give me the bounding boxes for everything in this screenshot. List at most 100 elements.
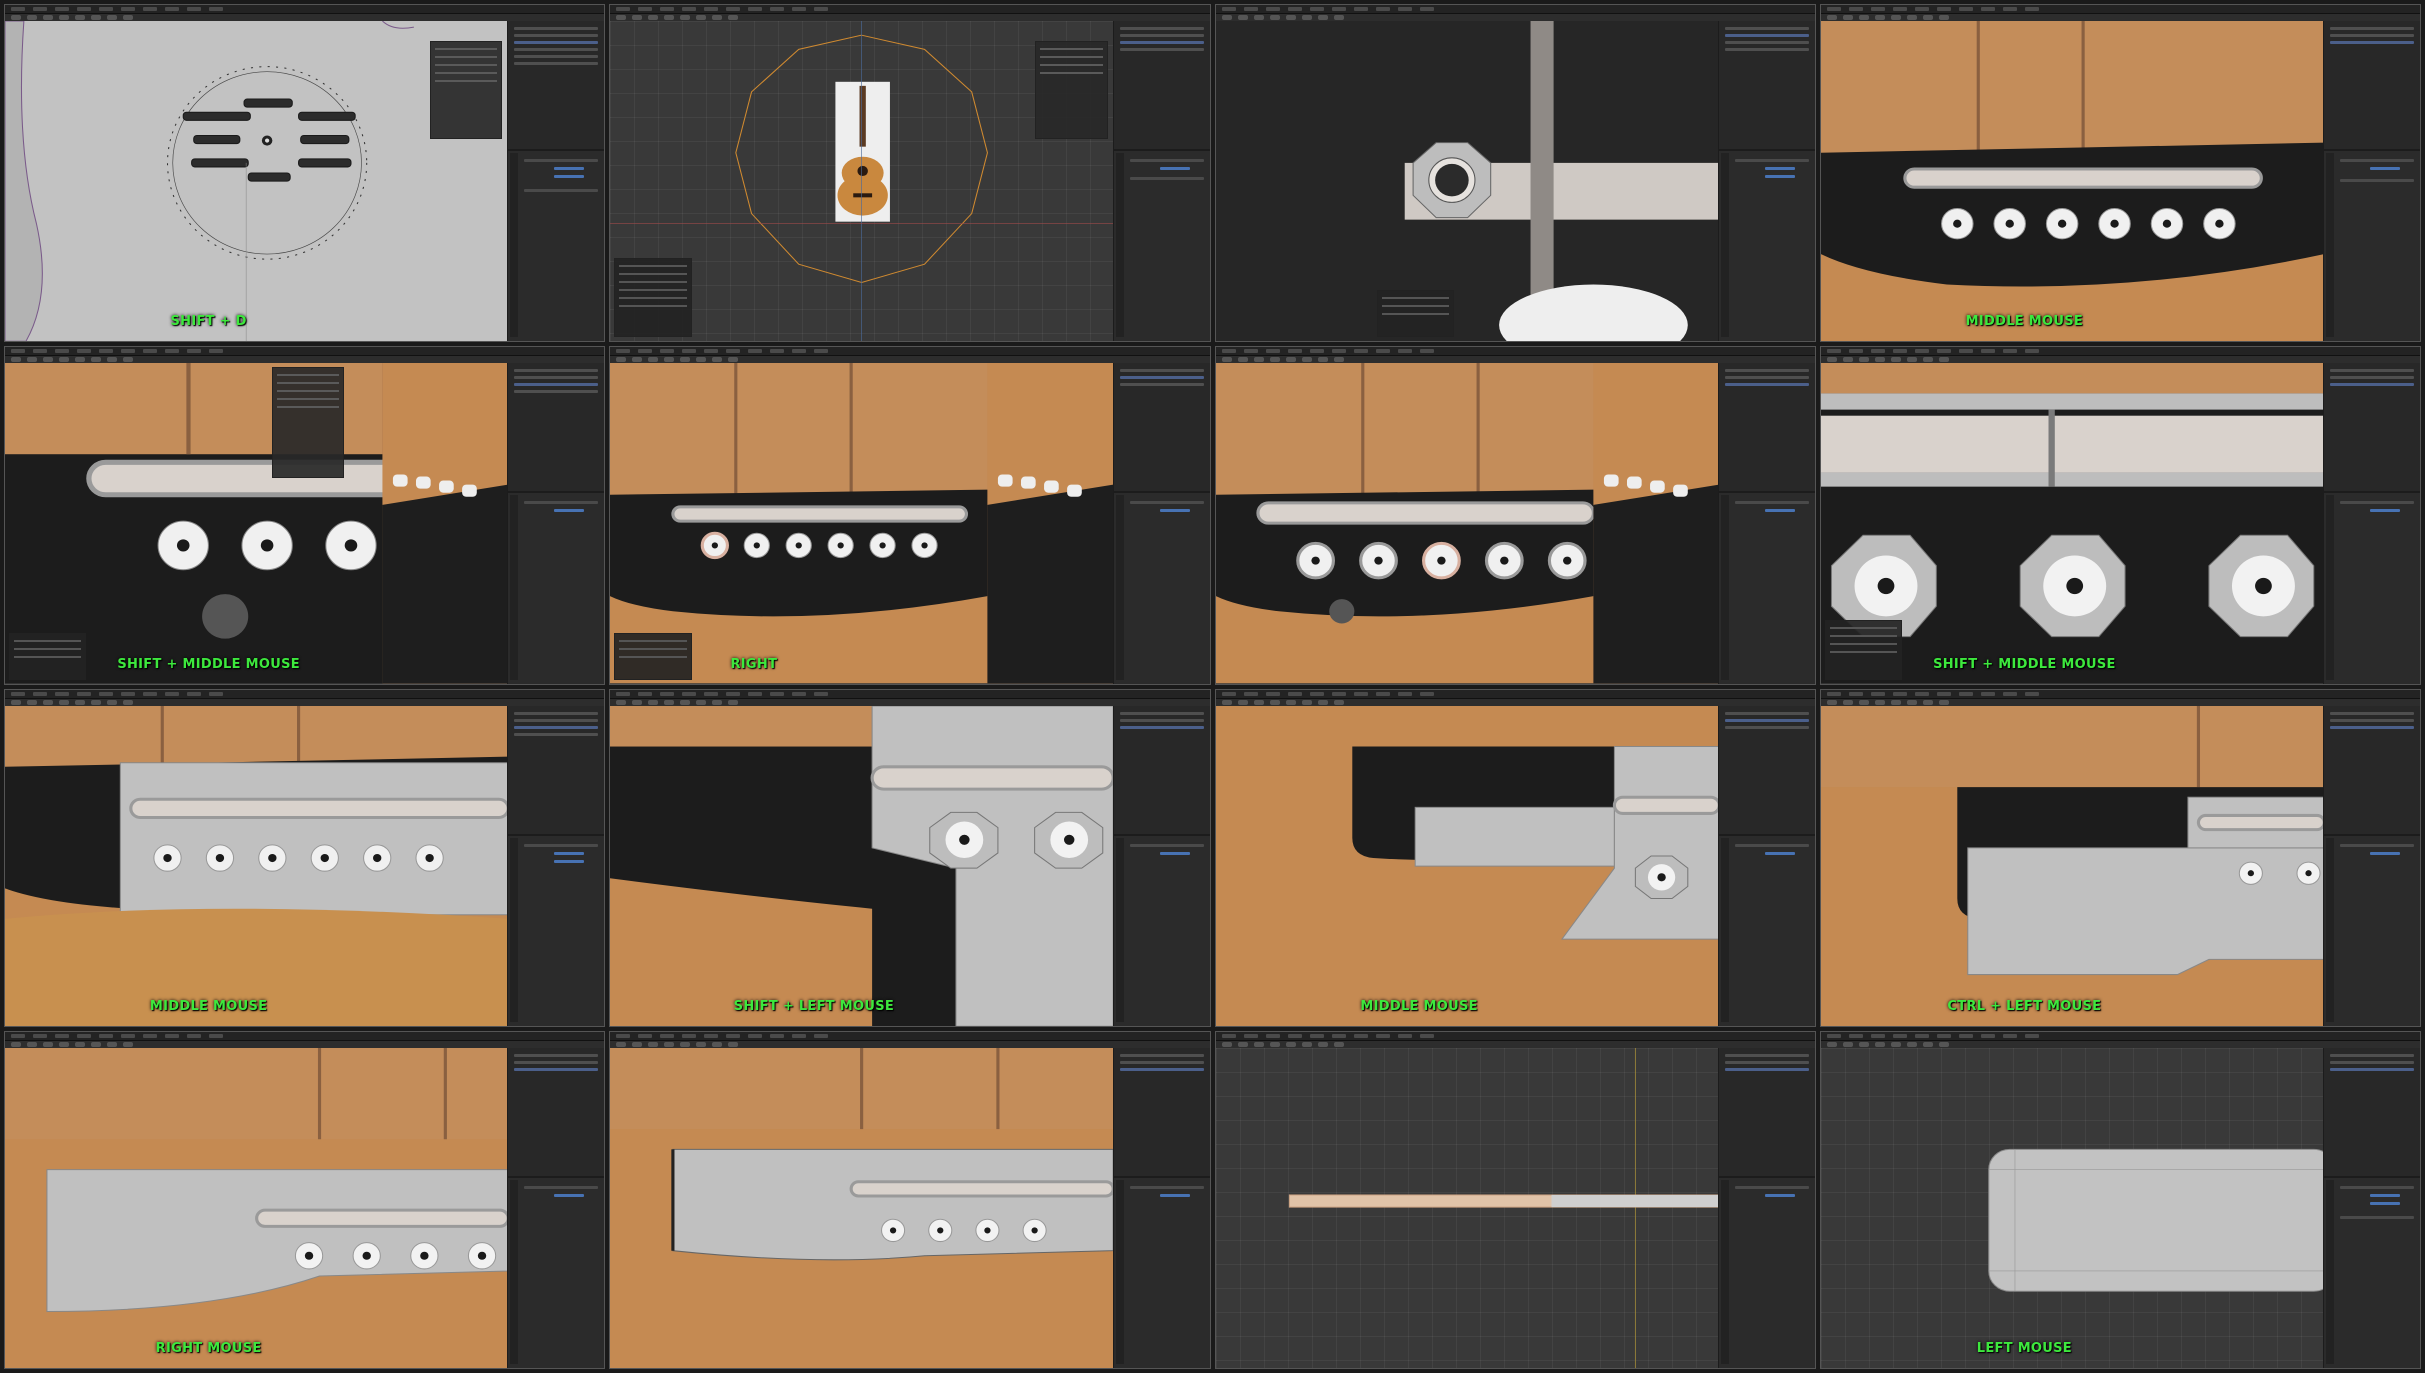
header-button[interactable] <box>1890 15 1901 20</box>
workspace-tab[interactable] <box>99 1033 113 1038</box>
workspace-tab[interactable] <box>638 7 653 11</box>
workspace-tab[interactable] <box>792 1033 807 1038</box>
header-button[interactable] <box>1938 357 1949 363</box>
viewport-3d[interactable] <box>610 21 1114 342</box>
workspace-tab[interactable] <box>1980 7 1995 11</box>
workspace-tab[interactable] <box>1980 349 1995 354</box>
header-button[interactable] <box>1874 357 1885 363</box>
header-button[interactable] <box>11 15 21 20</box>
workspace-tab[interactable] <box>1419 349 1434 354</box>
workspace-tab[interactable] <box>2024 7 2039 11</box>
workspace-tab[interactable] <box>121 7 135 11</box>
header-button[interactable] <box>1333 699 1344 705</box>
viewport-3d[interactable] <box>1215 21 1719 342</box>
header-button[interactable] <box>1922 15 1933 20</box>
outliner[interactable] <box>2324 363 2420 494</box>
header-button[interactable] <box>1874 1041 1885 1047</box>
workspace-tab[interactable] <box>1353 349 1368 354</box>
workspace-tab[interactable] <box>55 691 69 696</box>
header-button[interactable] <box>1317 1041 1328 1047</box>
workspace-tab[interactable] <box>1265 7 1280 11</box>
workspace-tab[interactable] <box>726 691 741 696</box>
header-button[interactable] <box>1938 1041 1949 1047</box>
workspace-tab[interactable] <box>1243 349 1258 354</box>
header-button[interactable] <box>728 1041 739 1047</box>
header-button[interactable] <box>1826 357 1837 363</box>
workspace-tab[interactable] <box>209 1033 223 1038</box>
outliner[interactable] <box>1113 705 1210 836</box>
header-button[interactable] <box>664 699 675 705</box>
outliner[interactable] <box>1113 1047 1210 1178</box>
header-button[interactable] <box>1269 357 1280 363</box>
header-button[interactable] <box>43 1041 53 1047</box>
outliner[interactable] <box>1718 363 1815 494</box>
header-button[interactable] <box>1842 357 1853 363</box>
properties-panel[interactable] <box>1719 834 1815 1026</box>
workspace-tab[interactable] <box>33 1033 47 1038</box>
properties-sidebar[interactable] <box>507 1047 605 1368</box>
header-button[interactable] <box>632 699 643 705</box>
workspace-tab[interactable] <box>770 1033 785 1038</box>
workspace-tab[interactable] <box>726 349 741 354</box>
workspace-tab[interactable] <box>1958 691 1973 696</box>
workspace-tab[interactable] <box>1221 1033 1236 1038</box>
header-button[interactable] <box>91 699 101 705</box>
header-button[interactable] <box>1317 15 1328 20</box>
header-button[interactable] <box>1922 699 1933 705</box>
workspace-tab[interactable] <box>1936 7 1951 11</box>
header-button[interactable] <box>43 699 53 705</box>
workspace-tab[interactable] <box>1265 349 1280 354</box>
outliner[interactable] <box>1718 21 1815 152</box>
header-button[interactable] <box>1237 15 1248 20</box>
properties-sidebar[interactable] <box>2323 1047 2420 1368</box>
workspace-tab[interactable] <box>1331 7 1346 11</box>
outliner[interactable] <box>508 1047 605 1178</box>
header-button[interactable] <box>696 15 707 20</box>
header-button[interactable] <box>1269 15 1280 20</box>
workspace-tab[interactable] <box>770 691 785 696</box>
properties-sidebar[interactable] <box>2323 21 2420 342</box>
workspace-tab[interactable] <box>748 1033 763 1038</box>
header-button[interactable] <box>75 1041 85 1047</box>
workspace-tab[interactable] <box>1375 349 1390 354</box>
workspace-tab[interactable] <box>2024 691 2039 696</box>
viewport-3d[interactable]: MIDDLE MOUSE <box>5 705 509 1026</box>
header-button[interactable] <box>664 1041 675 1047</box>
workspace-tab[interactable] <box>1980 1033 1995 1038</box>
header-button[interactable] <box>648 699 659 705</box>
workspace-tab[interactable] <box>1309 7 1324 11</box>
header-button[interactable] <box>648 1041 659 1047</box>
workspace-tab[interactable] <box>33 691 47 696</box>
header-button[interactable] <box>1842 15 1853 20</box>
workspace-tab[interactable] <box>1958 1033 1973 1038</box>
workspace-tab[interactable] <box>748 349 763 354</box>
workspace-tab[interactable] <box>121 1033 135 1038</box>
workspace-tab[interactable] <box>187 349 201 354</box>
workspace-tab[interactable] <box>11 7 25 11</box>
properties-sidebar[interactable] <box>1112 363 1210 684</box>
viewport-3d[interactable]: RIGHT MOUSE <box>5 1047 509 1368</box>
header-button[interactable] <box>11 357 21 363</box>
workspace-tab[interactable] <box>11 691 25 696</box>
header-button[interactable] <box>632 1041 643 1047</box>
header-button[interactable] <box>1890 357 1901 363</box>
header-button[interactable] <box>616 1041 627 1047</box>
workspace-tab[interactable] <box>660 1033 675 1038</box>
workspace-tab[interactable] <box>77 349 91 354</box>
workspace-tab[interactable] <box>638 691 653 696</box>
outliner[interactable] <box>508 363 605 494</box>
n-panel[interactable] <box>429 41 503 140</box>
workspace-tab[interactable] <box>682 691 697 696</box>
workspace-tab[interactable] <box>1892 349 1907 354</box>
outliner[interactable] <box>2324 1047 2420 1178</box>
workspace-tab[interactable] <box>143 7 157 11</box>
properties-sidebar[interactable] <box>1112 21 1210 342</box>
viewport-3d[interactable] <box>1215 1047 1719 1368</box>
header-button[interactable] <box>1221 699 1232 705</box>
header-button[interactable] <box>107 699 117 705</box>
workspace-tab[interactable] <box>1397 7 1412 11</box>
header-button[interactable] <box>1922 1041 1933 1047</box>
operator-panel[interactable] <box>1376 290 1455 338</box>
workspace-tab[interactable] <box>1826 1033 1841 1038</box>
workspace-tab[interactable] <box>99 349 113 354</box>
